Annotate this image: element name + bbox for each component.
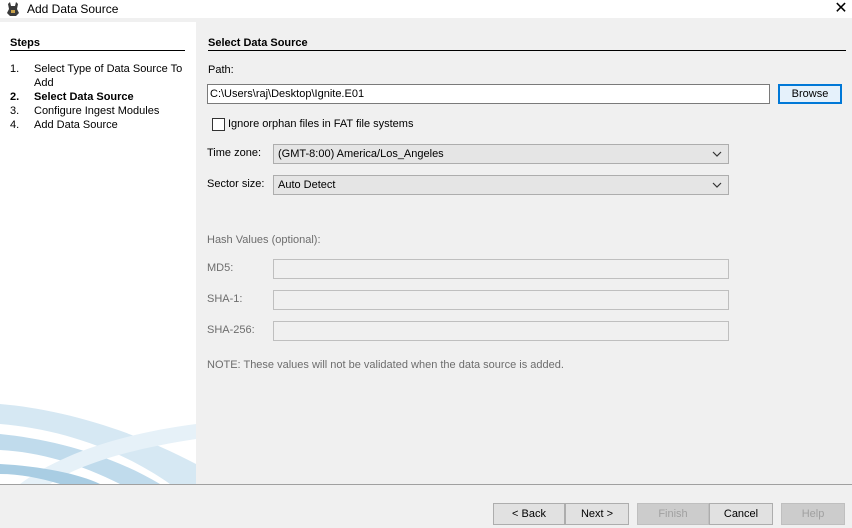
autopsy-app-icon xyxy=(7,2,19,16)
step-number: 3. xyxy=(10,105,20,117)
timezone-value: (GMT-8:00) America/Los_Angeles xyxy=(278,148,444,160)
browse-button[interactable]: Browse xyxy=(778,84,842,104)
step-number: 1. xyxy=(10,63,20,75)
finish-button[interactable]: Finish xyxy=(637,503,709,525)
step-label: Select Type of Data Source To Add xyxy=(34,63,183,89)
ignore-orphan-label: Ignore orphan files in FAT file systems xyxy=(228,118,414,130)
sector-size-label: Sector size: xyxy=(207,178,265,190)
step-number: 4. xyxy=(10,119,20,131)
step-number: 2. xyxy=(10,91,20,103)
step-label: Select Data Source xyxy=(34,91,134,103)
path-input[interactable]: C:\Users\raj\Desktop\Ignite.E01 xyxy=(207,84,770,104)
steps-panel: Steps 1. Select Type of Data Source To A… xyxy=(0,22,196,484)
timezone-select[interactable]: (GMT-8:00) America/Los_Angeles xyxy=(273,144,729,164)
sha256-input[interactable] xyxy=(273,321,729,341)
sector-size-value: Auto Detect xyxy=(278,179,336,191)
md5-input[interactable] xyxy=(273,259,729,279)
decorative-swoosh-graphic xyxy=(0,404,196,484)
md5-label: MD5: xyxy=(207,262,234,274)
hash-values-title: Hash Values (optional): xyxy=(207,234,321,246)
section-title: Select Data Source xyxy=(208,37,846,51)
step-label: Add Data Source xyxy=(34,119,118,131)
steps-title: Steps xyxy=(10,37,185,51)
chevron-down-icon xyxy=(712,182,722,188)
note-text: NOTE: These values will not be validated… xyxy=(207,359,564,371)
timezone-label: Time zone: xyxy=(207,147,262,159)
ignore-orphan-checkbox[interactable] xyxy=(212,118,225,131)
sector-size-select[interactable]: Auto Detect xyxy=(273,175,729,195)
sha256-label: SHA-256: xyxy=(207,324,255,336)
path-label: Path: xyxy=(208,64,234,76)
close-button[interactable]: ✕ xyxy=(830,0,852,18)
window-title: Add Data Source xyxy=(27,2,119,16)
back-button[interactable]: < Back xyxy=(493,503,565,525)
sha1-label: SHA-1: xyxy=(207,293,243,305)
sha1-input[interactable] xyxy=(273,290,729,310)
help-button[interactable]: Help xyxy=(781,503,845,525)
footer-divider xyxy=(0,484,852,485)
next-button[interactable]: Next > xyxy=(565,503,629,525)
cancel-button[interactable]: Cancel xyxy=(709,503,773,525)
chevron-down-icon xyxy=(712,151,722,157)
step-label: Configure Ingest Modules xyxy=(34,105,160,117)
title-bar: Add Data Source ✕ xyxy=(0,0,852,18)
